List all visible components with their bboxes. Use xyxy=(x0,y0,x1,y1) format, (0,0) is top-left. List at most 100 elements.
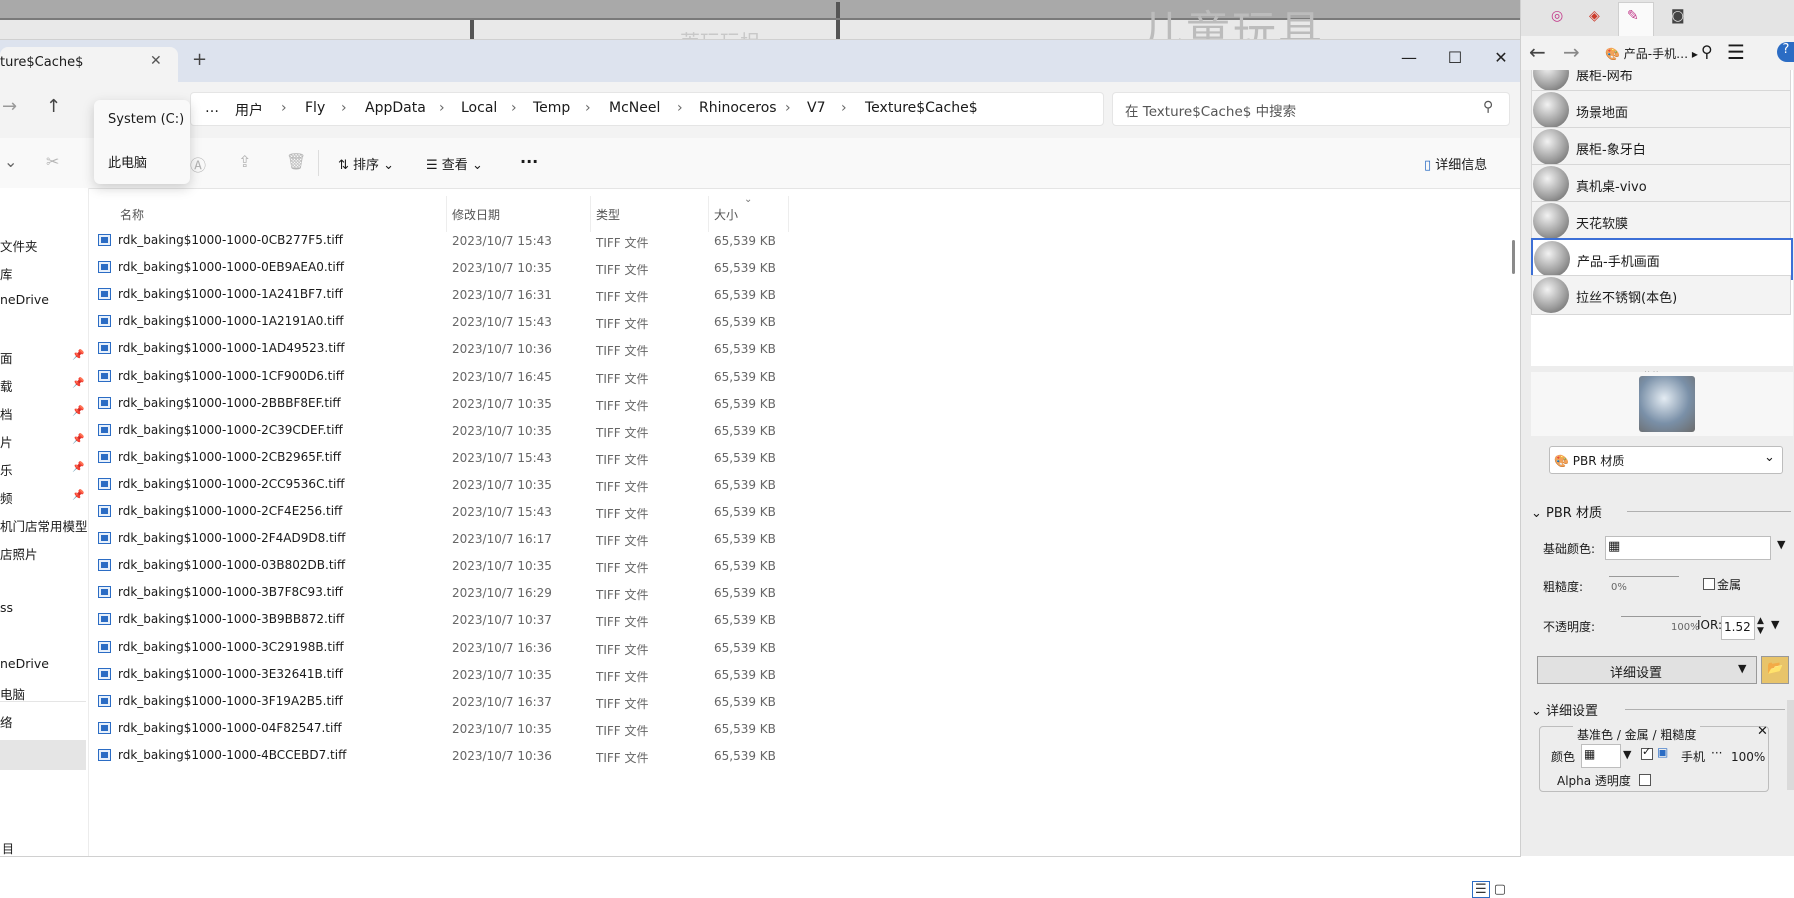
material-item[interactable]: 产品-手机画面 xyxy=(1531,238,1793,280)
sidebar-item[interactable]: neDrive xyxy=(0,292,49,307)
breadcrumb-chevron-icon[interactable]: › xyxy=(785,100,791,116)
color-wheel-icon[interactable]: ◎ xyxy=(1551,8,1563,24)
breadcrumb-chevron-icon[interactable]: › xyxy=(677,100,683,116)
forward-arrow-icon[interactable]: → xyxy=(1563,40,1580,64)
color-swatch[interactable]: ▦ xyxy=(1581,744,1621,768)
breadcrumb-item[interactable]: 用户 xyxy=(235,100,263,120)
cut-icon[interactable]: ✂ xyxy=(46,152,59,171)
pin-icon[interactable]: 📌 xyxy=(72,434,84,445)
close-icon[interactable]: ✕ xyxy=(1757,724,1768,739)
address-bar[interactable]: … 用户 › Fly › AppData › Local › Temp › Mc… xyxy=(190,92,1104,126)
panel-scrollbar[interactable] xyxy=(1787,700,1794,790)
breadcrumb-material[interactable]: 🎨 产品-手机… ▸ xyxy=(1605,45,1698,62)
vertical-scrollbar[interactable] xyxy=(1512,240,1515,274)
base-color-dropdown-icon[interactable]: ▼ xyxy=(1777,538,1785,551)
breadcrumb-chevron-icon[interactable]: › xyxy=(439,100,445,116)
sidebar-item[interactable]: 频 xyxy=(0,488,13,507)
details-pane-button[interactable]: ▯ 详细信息 xyxy=(1424,154,1487,173)
metal-checkbox[interactable] xyxy=(1703,578,1715,590)
opacity-slider[interactable] xyxy=(1621,616,1701,617)
material-item[interactable]: 天花软膜 xyxy=(1531,201,1791,241)
popup-item-system-drive[interactable]: System (C:) xyxy=(108,112,184,127)
back-arrow-icon[interactable]: ← xyxy=(1529,40,1546,64)
ior-dropdown-icon[interactable]: ▼ xyxy=(1771,618,1779,631)
texture-enabled-checkbox[interactable]: ✓ xyxy=(1641,745,1653,760)
environment-icon[interactable]: ◈ xyxy=(1589,8,1600,24)
column-header-size[interactable]: 大小 xyxy=(714,206,738,223)
sort-button[interactable]: ⇅ 排序 ⌄ xyxy=(338,154,394,173)
texture-more-icon[interactable]: ··· xyxy=(1711,746,1722,760)
close-button[interactable]: ✕ xyxy=(1478,44,1524,72)
pin-icon[interactable]: 📌 xyxy=(72,350,84,361)
alpha-checkbox[interactable] xyxy=(1639,774,1651,786)
pin-icon[interactable]: 📌 xyxy=(72,406,84,417)
explorer-tab[interactable]: ture$Cache$ ✕ xyxy=(0,47,178,82)
sidebar-item[interactable]: 库 xyxy=(0,264,13,283)
ior-stepper-icon[interactable]: ▲ ▼ xyxy=(1757,616,1764,636)
share-icon[interactable]: ⇪ xyxy=(238,152,251,171)
material-item[interactable]: 拉丝不锈钢(本色) xyxy=(1531,275,1791,315)
maximize-button[interactable]: ☐ xyxy=(1432,44,1478,72)
sidebar-item[interactable]: 文件夹 xyxy=(0,236,38,255)
search-icon[interactable]: ⚲ xyxy=(1483,99,1493,115)
breadcrumb-item[interactable]: Temp xyxy=(533,100,570,116)
more-options-button[interactable]: ··· xyxy=(520,152,538,171)
sidebar-item[interactable]: 乐 xyxy=(0,460,13,479)
forward-arrow-icon[interactable]: → xyxy=(2,96,17,117)
pin-icon[interactable]: 📌 xyxy=(72,462,84,473)
up-arrow-icon[interactable]: ↑ xyxy=(46,96,61,117)
sidebar-item[interactable]: 络 xyxy=(0,712,13,731)
breadcrumb-item[interactable]: AppData xyxy=(365,100,426,116)
new-tab-icon[interactable]: + xyxy=(192,49,207,70)
minimize-button[interactable]: — xyxy=(1386,44,1432,72)
texture-thumbnail-icon[interactable]: ▣ xyxy=(1657,745,1668,759)
sidebar-item[interactable]: 电脑 xyxy=(0,684,25,703)
breadcrumb-chevron-icon[interactable]: › xyxy=(281,100,287,116)
base-color-field[interactable]: ▦ xyxy=(1605,536,1771,560)
material-item[interactable]: 展柜-象牙白 xyxy=(1531,127,1791,167)
search-box[interactable]: 在 Texture$Cache$ 中搜索 ⚲ xyxy=(1112,92,1510,126)
breadcrumb-item[interactable]: Fly xyxy=(305,100,325,116)
breadcrumb-item[interactable]: Rhinoceros xyxy=(699,100,777,116)
color-dropdown-icon[interactable]: ▼ xyxy=(1623,748,1631,761)
breadcrumb-chevron-icon[interactable]: › xyxy=(511,100,517,116)
breadcrumb-chevron-icon[interactable]: › xyxy=(341,100,347,116)
sidebar-item[interactable]: 店照片 xyxy=(0,544,38,563)
texture-name[interactable]: 手机 xyxy=(1681,748,1705,765)
texture-amount[interactable]: 100% xyxy=(1731,750,1765,764)
camera-icon[interactable]: ◙ xyxy=(1671,8,1685,24)
search-icon[interactable]: ⚲ xyxy=(1701,42,1713,61)
breadcrumb-overflow[interactable]: … xyxy=(205,100,219,116)
column-header-date[interactable]: 修改日期 xyxy=(452,206,500,223)
menu-icon[interactable]: ☰ xyxy=(1727,40,1745,64)
breadcrumb-item[interactable]: V7 xyxy=(807,100,825,116)
detail-settings-button[interactable]: 详细设置 ▼ xyxy=(1537,656,1757,684)
breadcrumb-chevron-icon[interactable]: › xyxy=(841,100,847,116)
sidebar-item[interactable]: 载 xyxy=(0,376,13,395)
material-type-select[interactable]: 🎨 PBR 材质 ⌄ xyxy=(1549,446,1783,474)
column-header-type[interactable]: 类型 xyxy=(596,206,620,223)
view-button[interactable]: ☰ 查看 ⌄ xyxy=(426,154,483,173)
brush-icon[interactable]: ✎ xyxy=(1627,8,1639,24)
detail-section-header[interactable]: ⌄ 详细设置 xyxy=(1531,700,1598,719)
thumbnails-view-icon[interactable]: ▢ xyxy=(1494,882,1506,897)
delete-icon[interactable]: 🗑 xyxy=(286,152,306,171)
sidebar-item[interactable]: 面 xyxy=(0,348,13,367)
details-view-icon[interactable]: ☰ xyxy=(1472,881,1490,898)
pin-icon[interactable]: 📌 xyxy=(72,490,84,501)
new-dropdown-chevron-icon[interactable]: ⌄ xyxy=(4,152,17,171)
breadcrumb-item[interactable]: McNeel xyxy=(609,100,660,116)
pin-icon[interactable]: 📌 xyxy=(72,378,84,389)
breadcrumb-item[interactable]: Texture$Cache$ xyxy=(865,100,978,116)
material-item[interactable]: 场景地面 xyxy=(1531,90,1791,130)
roughness-slider[interactable] xyxy=(1609,576,1679,577)
sidebar-item[interactable]: ss xyxy=(0,600,13,615)
tab-close-icon[interactable]: ✕ xyxy=(150,53,162,69)
breadcrumb-chevron-icon[interactable]: › xyxy=(585,100,591,116)
popup-item-this-pc[interactable]: 此电脑 xyxy=(108,152,147,171)
file-row[interactable]: rdk_baking$1000-1000-4BCCEBD7.tiff 2023/1… xyxy=(98,741,878,772)
pbr-section-header[interactable]: ⌄ PBR 材质 xyxy=(1531,502,1602,521)
rename-icon[interactable]: Ⓐ xyxy=(190,152,206,176)
open-folder-button[interactable]: 📂 xyxy=(1761,656,1789,684)
sidebar-item[interactable]: 机门店常用模型 xyxy=(0,516,88,535)
